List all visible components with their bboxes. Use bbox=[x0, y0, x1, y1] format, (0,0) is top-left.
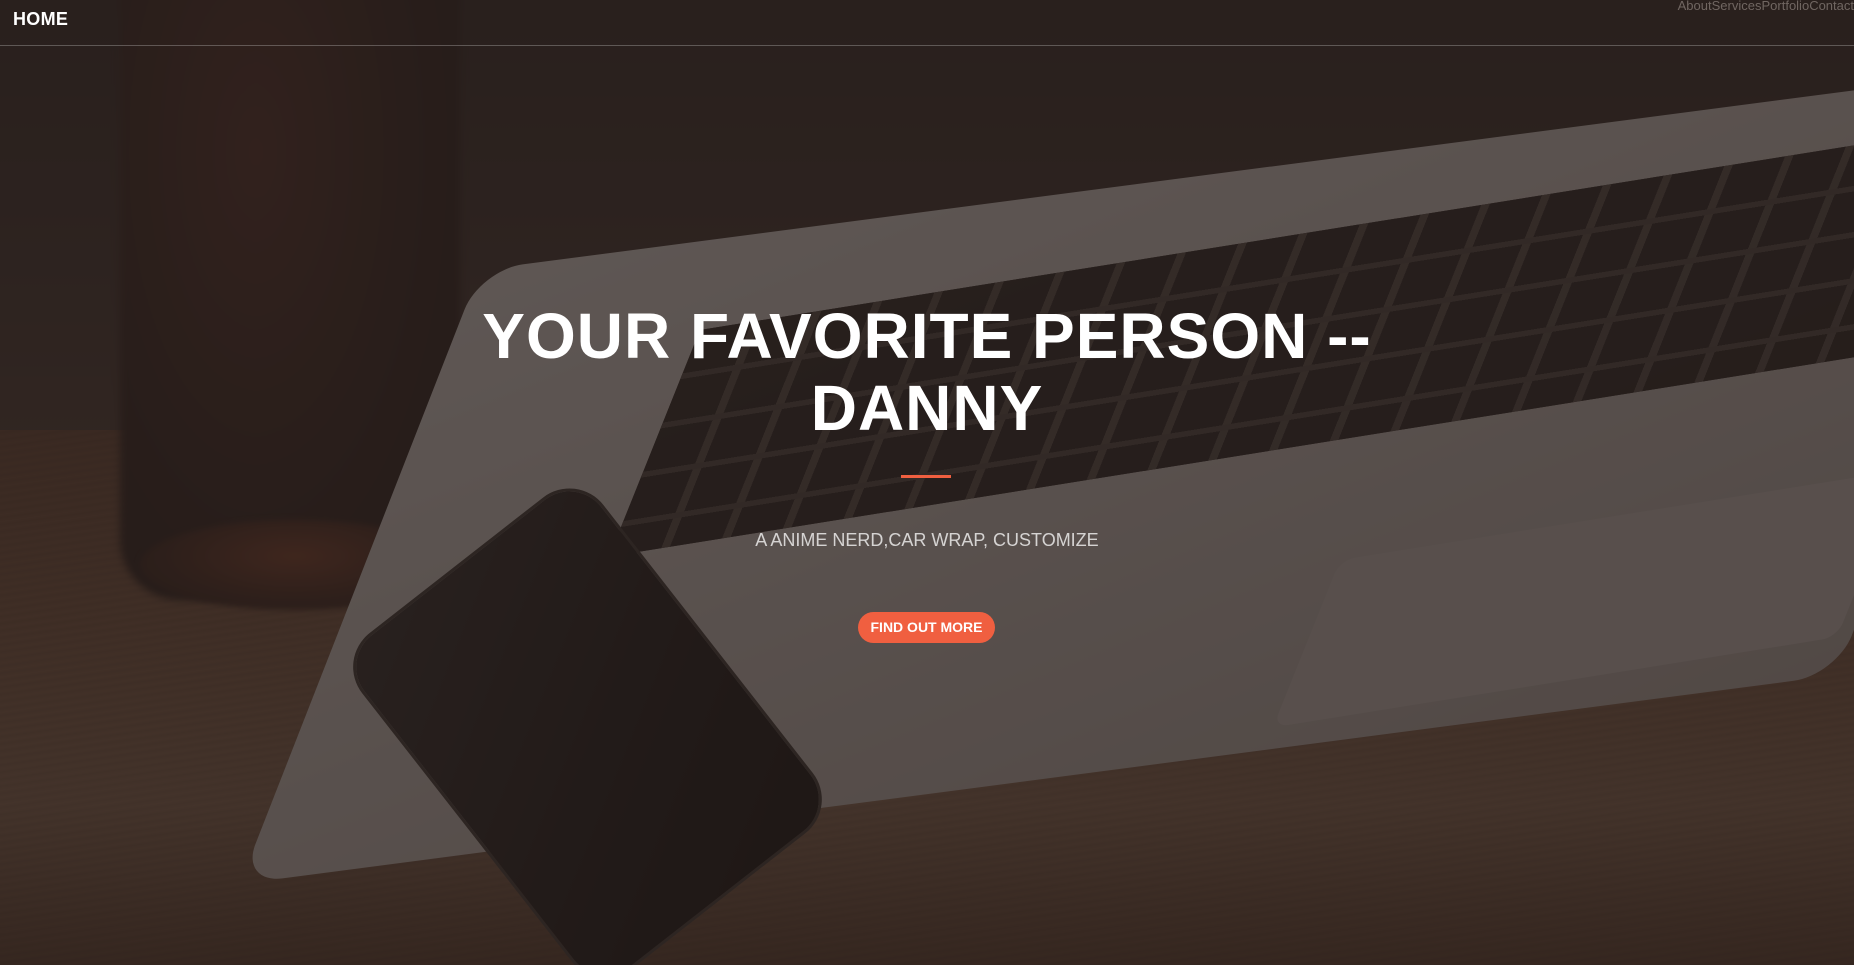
brand-home-link[interactable]: HOME bbox=[13, 9, 68, 30]
hero-tagline: A ANIME NERD,CAR WRAP, CUSTOMIZE bbox=[755, 530, 1099, 550]
navbar: HOME About Services Portfolio Contact bbox=[0, 0, 1854, 46]
hero-headline-line-2: DANNY bbox=[810, 372, 1044, 444]
hero-headline-line-1: YOUR FAVORITE PERSON -- bbox=[482, 300, 1372, 372]
hero-section: HOME About Services Portfolio Contact YO… bbox=[0, 0, 1854, 965]
nav-link-contact[interactable]: Contact bbox=[1809, 0, 1854, 12]
hero-headline: YOUR FAVORITE PERSON -- DANNY bbox=[0, 300, 1854, 444]
nav-link-about[interactable]: About bbox=[1678, 0, 1712, 12]
nav-link-portfolio[interactable]: Portfolio bbox=[1761, 0, 1809, 12]
find-out-more-button[interactable]: FIND OUT MORE bbox=[858, 612, 995, 643]
hero-divider bbox=[901, 475, 951, 478]
background-overlay bbox=[0, 0, 1854, 965]
nav-links: About Services Portfolio Contact bbox=[1678, 0, 1854, 12]
nav-link-services[interactable]: Services bbox=[1712, 0, 1762, 12]
